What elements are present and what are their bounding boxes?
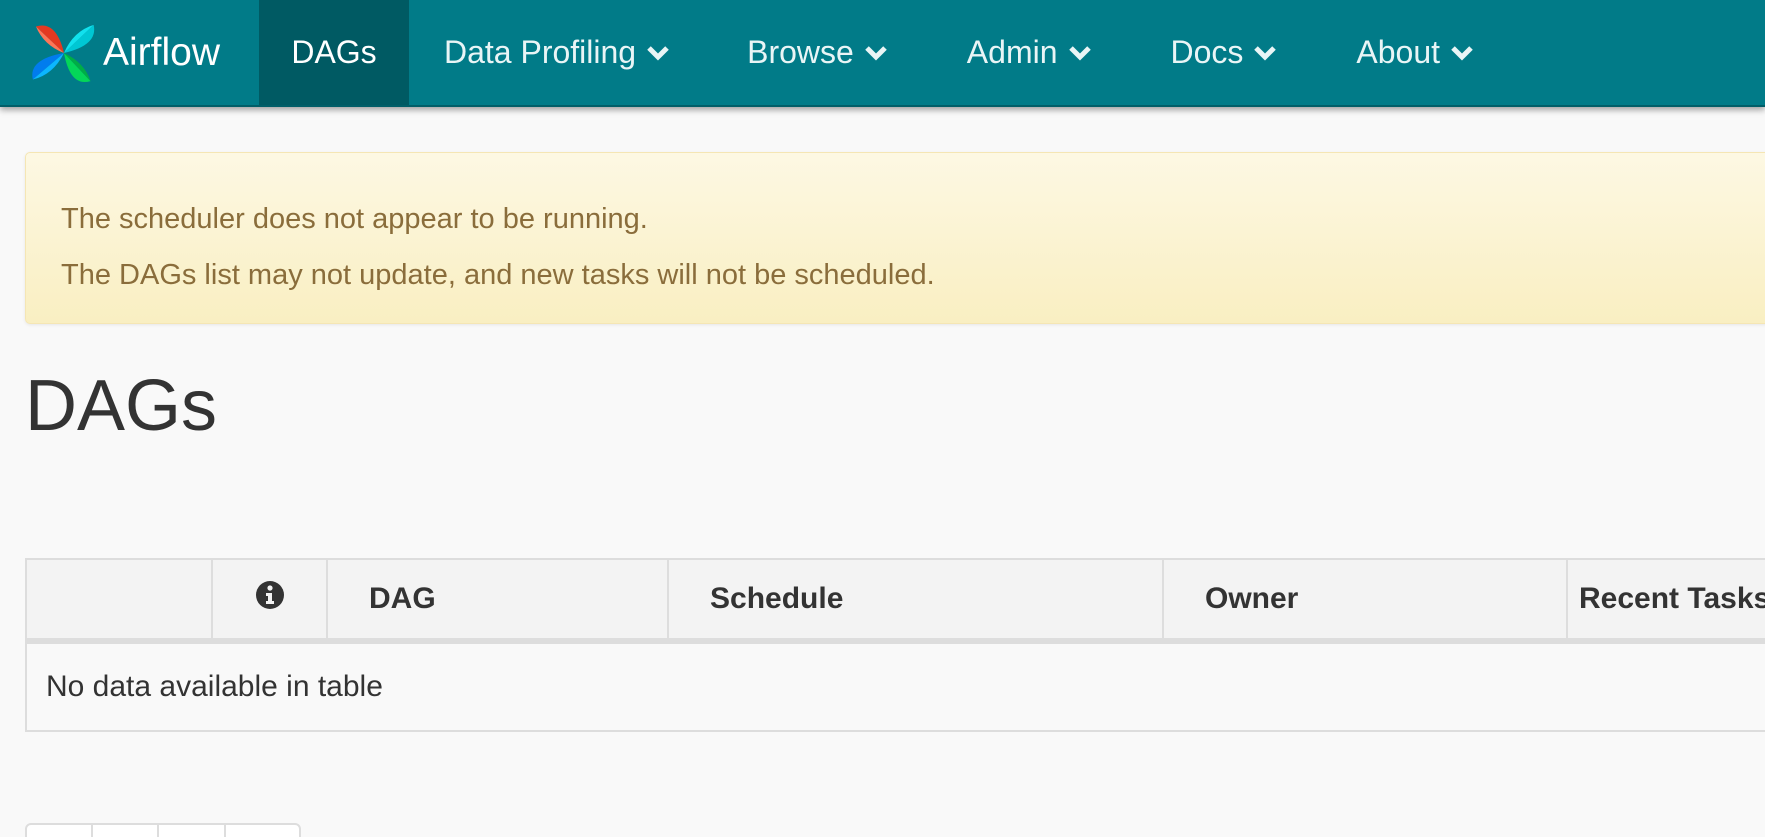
pagination-next-button[interactable] xyxy=(159,825,226,837)
airflow-logo-link[interactable]: Airflow xyxy=(0,0,259,105)
pagination-last-button[interactable] xyxy=(226,825,299,837)
nav-data-profiling-label: Data Profiling xyxy=(444,34,637,70)
nav-admin-label: Admin xyxy=(966,34,1058,70)
column-header-blank[interactable] xyxy=(27,560,213,638)
nav-browse[interactable]: Browse xyxy=(747,0,888,105)
pagination xyxy=(25,823,301,837)
info-icon xyxy=(255,581,284,609)
chevron-down-icon xyxy=(1451,45,1473,61)
chevron-down-icon xyxy=(1068,45,1091,61)
nav-browse-label: Browse xyxy=(747,34,854,70)
pagination-previous-button[interactable] xyxy=(93,825,159,837)
alert-line-1: The scheduler does not appear to be runn… xyxy=(61,203,648,235)
alert-line-2: The DAGs list may not update, and new ta… xyxy=(61,259,935,291)
column-header-owner[interactable]: Owner xyxy=(1164,560,1568,638)
column-header-dag[interactable]: DAG xyxy=(328,560,669,638)
chevron-down-icon xyxy=(647,45,669,61)
pagination-first-button[interactable] xyxy=(27,825,93,837)
nav-about-label: About xyxy=(1356,34,1441,70)
brand-name: Airflow xyxy=(103,30,221,74)
nav-docs[interactable]: Docs xyxy=(1171,0,1278,105)
column-header-recent-tasks[interactable]: Recent Tasks xyxy=(1568,560,1765,638)
table-empty-message: No data available in table xyxy=(46,670,383,703)
table-body: No data available in table xyxy=(27,644,1765,730)
chevron-down-icon xyxy=(865,45,887,61)
top-navbar: Airflow DAGs Data Profiling Browse Admin… xyxy=(0,0,1765,107)
dags-table: DAG Schedule Owner Recent Tasks No data … xyxy=(25,558,1765,732)
column-header-info[interactable] xyxy=(213,560,328,638)
airflow-pinwheel-icon xyxy=(32,24,95,82)
table-header: DAG Schedule Owner Recent Tasks xyxy=(27,560,1765,644)
nav-about[interactable]: About xyxy=(1356,0,1474,105)
nav-dags-label: DAGs xyxy=(291,34,377,70)
column-header-schedule[interactable]: Schedule xyxy=(669,560,1164,638)
page-title: DAGs xyxy=(25,366,218,446)
scheduler-warning-alert: The scheduler does not appear to be runn… xyxy=(25,152,1765,324)
nav-docs-label: Docs xyxy=(1170,34,1244,70)
chevron-down-icon xyxy=(1254,45,1277,61)
nav-data-profiling[interactable]: Data Profiling xyxy=(444,0,670,105)
nav-dags[interactable]: DAGs xyxy=(259,0,409,105)
nav-admin[interactable]: Admin xyxy=(967,0,1092,105)
